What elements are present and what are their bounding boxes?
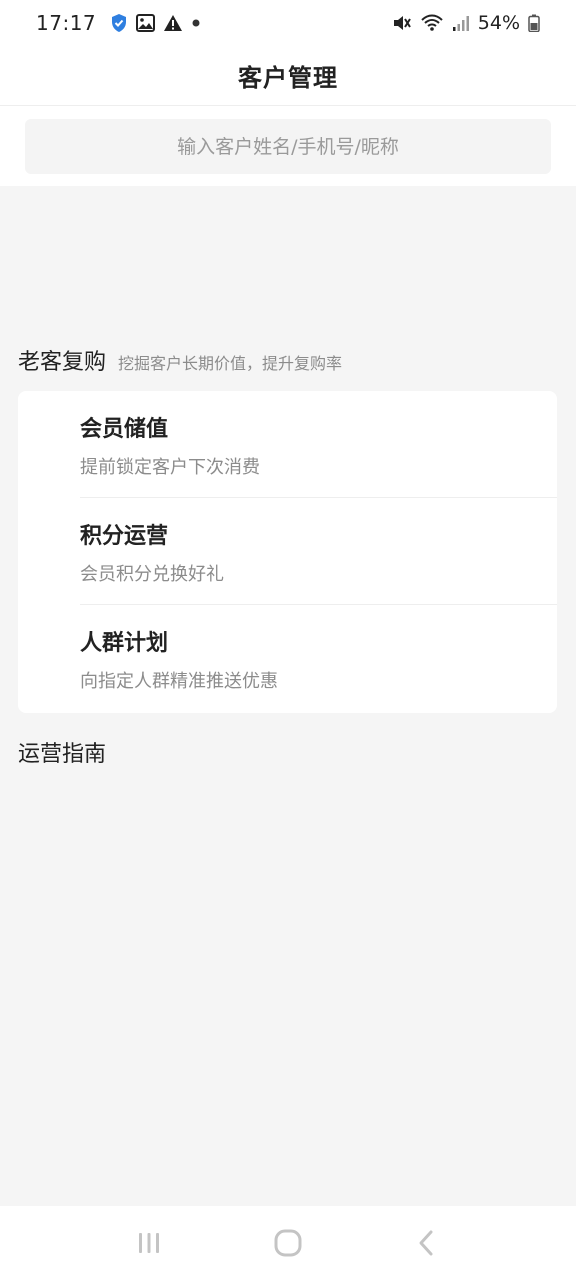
item-title: 积分运营 [80,524,169,549]
mute-icon [392,14,412,32]
warning-icon [163,14,183,32]
system-nav-bar [0,1206,576,1280]
page-title: 客户管理 [238,64,338,92]
wifi-icon [420,14,444,32]
search-input[interactable] [25,118,551,175]
search-box[interactable] [25,118,551,175]
search-bar [0,106,576,186]
repurchase-section-title: 老客复购 [18,350,107,375]
shield-check-icon [110,13,128,33]
repurchase-section-subtitle: 挖掘客户长期价值，提升复购率 [118,354,343,373]
recent-apps-icon[interactable] [135,1229,163,1257]
status-right: 54% [392,12,540,34]
status-time: 17:17 [36,11,97,35]
dot-icon [191,18,201,28]
points-operation-item[interactable]: 积分运营 会员积分兑换好礼 [18,498,557,605]
battery-percentage: 54% [477,12,520,34]
image-icon [136,14,156,32]
status-bar: 17:17 54% [0,0,576,46]
crowd-plan-item[interactable]: 人群计划 向指定人群精准推送优惠 [18,605,557,712]
item-title: 会员储值 [80,417,169,442]
back-icon[interactable] [413,1229,441,1257]
signal-icon [452,14,470,32]
item-desc: 向指定人群精准推送优惠 [80,671,278,692]
member-stored-value-item[interactable]: 会员储值 提前锁定客户下次消费 [18,391,557,498]
header: 客户管理 [0,46,576,106]
status-left: 17:17 [36,11,201,35]
home-icon[interactable] [273,1228,303,1258]
item-desc: 提前锁定客户下次消费 [80,457,260,478]
item-title: 人群计划 [80,631,169,656]
operation-guide-title: 运营指南 [18,742,107,767]
battery-icon [528,14,540,32]
item-desc: 会员积分兑换好礼 [80,564,224,585]
repurchase-section-heading: 老客复购 挖掘客户长期价值，提升复购率 [18,344,342,376]
repurchase-card: 会员储值 提前锁定客户下次消费 积分运营 会员积分兑换好礼 人群计划 向指定人群… [18,391,557,713]
